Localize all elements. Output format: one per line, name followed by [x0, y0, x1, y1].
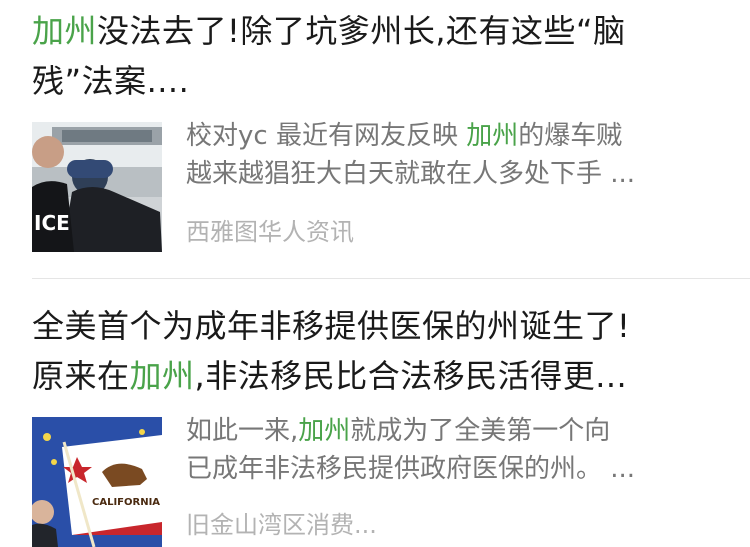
title-line1-text: 没法去了!除了坑爹州长,还有这些“脑 — [97, 12, 626, 50]
summary-line2: 已成年非法移民提供政府医保的州。 ... — [186, 454, 636, 484]
police-photo-icon: ICE — [32, 122, 162, 252]
summary-line1-post: 就成为了全美第一个向 — [350, 416, 611, 446]
summary-line1-pre: 校对yc 最近有网友反映 — [186, 121, 467, 151]
article-card-2[interactable]: 全美首个为成年非移提供医保的州诞生了! 原来在加州,非法移民比合法移民活得更..… — [0, 279, 750, 547]
summary-line2: 越来越猖狂大白天就敢在人多处下手 ... — [186, 159, 636, 189]
article-title[interactable]: 全美首个为成年非移提供医保的州诞生了! 原来在加州,非法移民比合法移民活得更..… — [32, 301, 692, 401]
summary-line1-pre: 如此一来, — [186, 416, 299, 446]
article-summary: 如此一来,加州就成为了全美第一个向 已成年非法移民提供政府医保的州。 ... — [186, 412, 726, 488]
title-line2-text: 残”法案.... — [32, 62, 190, 100]
thumbnail-badge: ICE — [34, 211, 70, 235]
keyword-highlight: 加州 — [298, 416, 351, 446]
article-source: 旧金山湾区消费... — [186, 511, 377, 539]
summary-line1-post: 的爆车贼 — [518, 121, 623, 151]
article-summary: 校对yc 最近有网友反映 加州的爆车贼 越来越猖狂大白天就敢在人多处下手 ... — [186, 117, 726, 193]
article-source: 西雅图华人资讯 — [186, 218, 354, 246]
flag-text: CALIFORNIA R — [92, 497, 162, 508]
keyword-highlight: 加州 — [466, 121, 519, 151]
keyword-highlight: 加州 — [32, 12, 98, 50]
title-line1-text: 全美首个为成年非移提供医保的州诞生了! — [32, 307, 631, 345]
article-card-1[interactable]: 加州没法去了!除了坑爹州长,还有这些“脑 残”法案.... ICE 校对yc 最… — [0, 0, 750, 278]
title-line2-post: ,非法移民比合法移民活得更... — [194, 357, 628, 395]
california-flag-photo-icon: CALIFORNIA R — [32, 417, 162, 547]
title-line2-pre: 原来在 — [32, 357, 130, 395]
article-thumbnail[interactable]: CALIFORNIA R — [32, 417, 162, 547]
article-thumbnail[interactable]: ICE — [32, 122, 162, 252]
keyword-highlight: 加州 — [129, 357, 195, 395]
article-title[interactable]: 加州没法去了!除了坑爹州长,还有这些“脑 残”法案.... — [32, 6, 692, 106]
